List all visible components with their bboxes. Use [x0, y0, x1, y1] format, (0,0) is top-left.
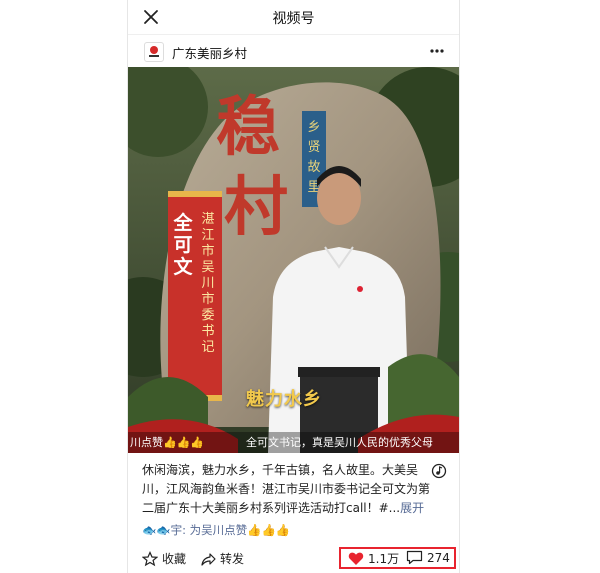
top-bar: 视频号 [128, 0, 459, 35]
svg-text:贤: 贤 [307, 140, 320, 155]
video-player[interactable]: 稳 村 乡 贤 故 里 全可文 湛江市吴川市委书记 魅力水乡 川点赞👍👍👍 全可… [128, 67, 459, 453]
friend-likes-text: 🐟🐟宇: 为吴川点赞 [142, 523, 248, 537]
highlight-box [339, 547, 456, 569]
share-icon [201, 552, 216, 566]
share-button[interactable]: 转发 [200, 550, 244, 567]
friend-likes[interactable]: 🐟🐟宇: 为吴川点赞👍👍👍 [142, 522, 290, 538]
rock-char-1: 稳 [216, 90, 280, 165]
music-icon[interactable] [431, 463, 447, 479]
avatar[interactable] [144, 42, 164, 62]
svg-text:乡: 乡 [307, 120, 320, 135]
svg-text:故: 故 [307, 160, 320, 175]
video-slogan: 魅力水乡 [246, 389, 322, 410]
account-row[interactable]: 广东美丽乡村 [128, 35, 459, 67]
favorite-button[interactable]: 收藏 [142, 550, 186, 567]
banner-name: 全可文 [173, 212, 193, 278]
danmaku-left: 川点赞👍👍👍 [130, 436, 205, 449]
expand-link[interactable]: 展开 [400, 501, 424, 515]
thumbs-up-icons: 👍👍👍 [247, 523, 291, 537]
banner-title: 湛江市吴川市委书记 [201, 212, 215, 355]
phone-frame: 视频号 广东美丽乡村 稳 村 乡 贤 故 里 全可文 湛江市吴川市委书记 魅力水… [127, 0, 460, 573]
star-icon [142, 550, 158, 566]
more-icon[interactable] [429, 44, 445, 58]
page-title: 视频号 [272, 11, 315, 27]
danmaku-right: 全可文书记，真是吴川人民的优秀父母 [246, 436, 433, 449]
description-text: 休闲海滨，魅力水乡，千年古镇，名人故里。大美吴川，江风海韵鱼米香！湛江市吴川市委… [142, 463, 431, 515]
share-label: 转发 [220, 552, 245, 566]
rock-char-2: 村 [224, 170, 288, 245]
account-name[interactable]: 广东美丽乡村 [172, 43, 247, 62]
video-description: 休闲海滨，魅力水乡，千年古镇，名人故里。大美吴川，江风海韵鱼米香！湛江市吴川市委… [142, 461, 432, 518]
favorite-label: 收藏 [162, 552, 187, 566]
